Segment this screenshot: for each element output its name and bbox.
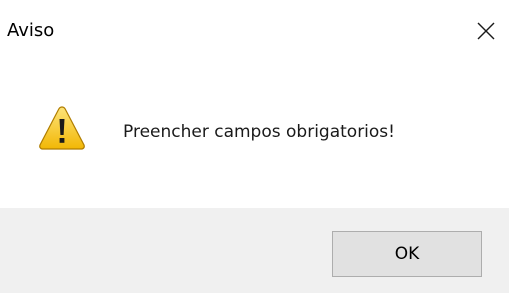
dialog-footer: OK: [0, 208, 509, 293]
ok-button[interactable]: OK: [332, 231, 482, 277]
close-icon: [477, 22, 495, 40]
dialog-content: Preencher campos obrigatorios!: [0, 62, 509, 208]
close-button[interactable]: [463, 0, 509, 62]
warning-icon: [39, 106, 85, 150]
title-bar: Aviso: [0, 0, 509, 62]
message-dialog: Aviso Preencher campos obrigatorios! OK: [0, 0, 509, 293]
dialog-message: Preencher campos obrigatorios!: [123, 122, 395, 142]
dialog-title: Aviso: [7, 20, 55, 41]
